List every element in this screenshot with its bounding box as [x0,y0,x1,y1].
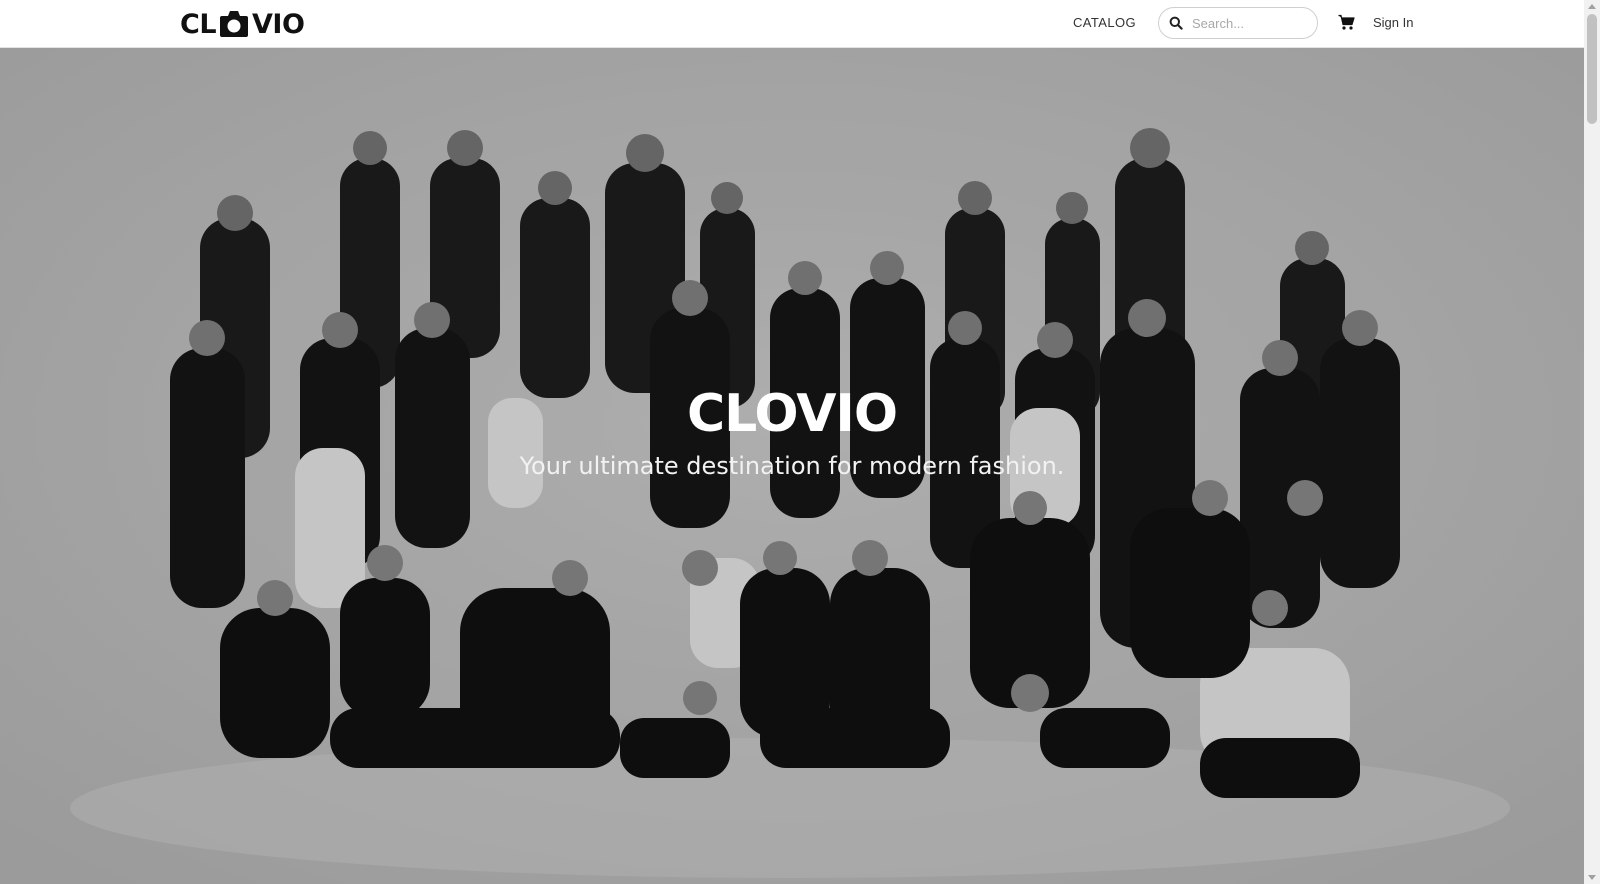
search-box[interactable] [1158,7,1318,39]
cart-icon[interactable] [1338,14,1355,31]
brand-logo[interactable]: CL VIO [180,6,305,42]
nav-catalog-link[interactable]: CATALOG [1073,15,1136,30]
search-icon [1169,16,1183,30]
scroll-down-icon[interactable] [1588,875,1596,880]
top-navbar: CL VIO CATALOG Sign In [0,0,1584,48]
scroll-up-icon[interactable] [1588,4,1596,9]
page-scrollbar[interactable] [1584,0,1600,884]
search-input[interactable] [1192,15,1310,31]
logo-text-left: CL [180,8,217,40]
sign-in-link[interactable]: Sign In [1373,15,1413,30]
hero-subtitle: Your ultimate destination for modern fas… [519,452,1065,480]
hero-title: CLOVIO [686,384,898,444]
hero-banner: CLOVIO Your ultimate destination for mod… [0,48,1584,884]
logo-text-right: VIO [252,8,305,40]
scrollbar-thumb[interactable] [1587,14,1597,124]
camera-logo-icon [217,7,251,41]
